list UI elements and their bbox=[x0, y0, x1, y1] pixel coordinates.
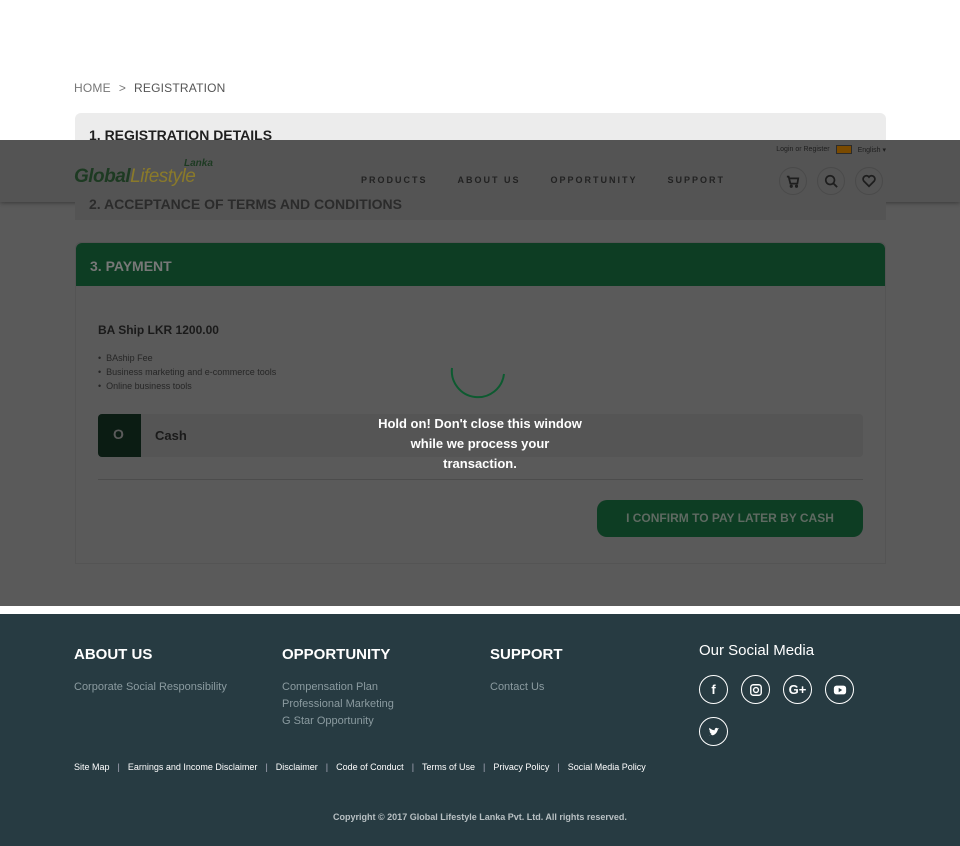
confirm-pay-later-button[interactable]: I CONFIRM TO PAY LATER BY CASH bbox=[597, 500, 863, 537]
heart-icon[interactable] bbox=[855, 167, 883, 195]
footer-link-terms-of-use[interactable]: Terms of Use bbox=[422, 762, 475, 772]
divider bbox=[98, 479, 863, 480]
radio-marker: O bbox=[113, 426, 124, 442]
social-icons: f G+ bbox=[699, 675, 889, 746]
footer-link-privacy-policy[interactable]: Privacy Policy bbox=[493, 762, 549, 772]
footer-opportunity-column: OPPORTUNITY Compensation Plan Profession… bbox=[282, 646, 394, 730]
processing-message: Hold on! Don't close this window while w… bbox=[360, 414, 600, 474]
terms-heading: 2. ACCEPTANCE OF TERMS AND CONDITIONS bbox=[89, 196, 402, 212]
main-nav: PRODUCTS ABOUT US OPPORTUNITY SUPPORT bbox=[361, 175, 725, 185]
loading-spinner-icon bbox=[449, 362, 507, 404]
language-select[interactable]: English ▾ bbox=[858, 146, 886, 154]
footer-about-heading: ABOUT US bbox=[74, 646, 153, 663]
footer-support-column: SUPPORT Contact Us bbox=[490, 646, 563, 696]
footer-opportunity-heading: OPPORTUNITY bbox=[282, 646, 391, 663]
header-topline: Login or Register English ▾ bbox=[776, 145, 886, 154]
footer-bottom-links: Site Map | Earnings and Income Disclaimer… bbox=[74, 762, 646, 772]
header-icons bbox=[779, 167, 883, 195]
breadcrumb: HOME > REGISTRATION bbox=[74, 81, 226, 95]
terms-section[interactable]: 2. ACCEPTANCE OF TERMS AND CONDITIONS bbox=[75, 196, 886, 220]
search-icon[interactable] bbox=[817, 167, 845, 195]
footer-link-disclaimer[interactable]: Disclaimer bbox=[276, 762, 318, 772]
nav-about-us[interactable]: ABOUT US bbox=[458, 175, 521, 185]
nav-support[interactable]: SUPPORT bbox=[668, 175, 726, 185]
cart-icon[interactable] bbox=[779, 167, 807, 195]
payment-header-bar[interactable]: 3. PAYMENT bbox=[76, 243, 885, 286]
facebook-icon[interactable]: f bbox=[699, 675, 728, 704]
footer-link-social-media-policy[interactable]: Social Media Policy bbox=[568, 762, 646, 772]
instagram-icon[interactable] bbox=[741, 675, 770, 704]
nav-products[interactable]: PRODUCTS bbox=[361, 175, 428, 185]
footer-link-earnings-disclaimer[interactable]: Earnings and Income Disclaimer bbox=[128, 762, 258, 772]
footer-about-column: ABOUT US Corporate Social Responsibility bbox=[74, 646, 227, 696]
plan-feature: BAship Fee bbox=[98, 351, 276, 365]
breadcrumb-home[interactable]: HOME bbox=[74, 81, 111, 95]
logo-wordmark: GlobalLifestyle bbox=[74, 166, 196, 188]
logo-lifestyle-text: Lifestyle bbox=[130, 166, 196, 187]
cash-label: Cash bbox=[155, 428, 187, 443]
copyright: Copyright © 2017 Global Lifestyle Lanka … bbox=[333, 812, 627, 822]
footer-link-g-star-opportunity[interactable]: G Star Opportunity bbox=[282, 713, 394, 730]
youtube-icon[interactable] bbox=[825, 675, 854, 704]
flag-icon[interactable] bbox=[835, 145, 852, 154]
cash-radio[interactable]: O bbox=[98, 414, 141, 457]
breadcrumb-separator: > bbox=[118, 81, 127, 95]
plan-feature: Online business tools bbox=[98, 379, 276, 393]
processing-message-line: while we process your bbox=[410, 436, 550, 451]
twitter-icon[interactable] bbox=[699, 717, 728, 746]
site-header: Lanka GlobalLifestyle Login or Register … bbox=[0, 140, 960, 202]
footer-social-column: Our Social Media bbox=[699, 642, 814, 675]
site-logo[interactable]: Lanka GlobalLifestyle bbox=[74, 158, 224, 188]
footer-link-code-of-conduct[interactable]: Code of Conduct bbox=[336, 762, 404, 772]
nav-opportunity[interactable]: OPPORTUNITY bbox=[551, 175, 638, 185]
footer-link-csr[interactable]: Corporate Social Responsibility bbox=[74, 679, 227, 696]
plan-feature: Business marketing and e-commerce tools bbox=[98, 365, 276, 379]
footer-link-site-map[interactable]: Site Map bbox=[74, 762, 110, 772]
footer-support-heading: SUPPORT bbox=[490, 646, 563, 663]
plan-title: BA Ship LKR 1200.00 bbox=[98, 323, 219, 337]
breadcrumb-current: REGISTRATION bbox=[134, 81, 226, 95]
google-plus-icon[interactable]: G+ bbox=[783, 675, 812, 704]
processing-message-line: transaction. bbox=[443, 456, 517, 471]
loading-overlay: Lanka GlobalLifestyle Login or Register … bbox=[0, 140, 960, 606]
plan-features: BAship Fee Business marketing and e-comm… bbox=[98, 351, 276, 393]
processing-message-line: Hold on! Don't close this window bbox=[378, 416, 582, 431]
logo-global-text: Global bbox=[74, 166, 131, 187]
footer-link-professional-marketing[interactable]: Professional Marketing bbox=[282, 696, 394, 713]
payment-heading: 3. PAYMENT bbox=[90, 258, 172, 274]
footer-link-compensation-plan[interactable]: Compensation Plan bbox=[282, 679, 394, 696]
login-register-link[interactable]: Login or Register bbox=[776, 146, 829, 153]
footer-social-heading: Our Social Media bbox=[699, 642, 815, 659]
footer-link-contact-us[interactable]: Contact Us bbox=[490, 679, 563, 696]
